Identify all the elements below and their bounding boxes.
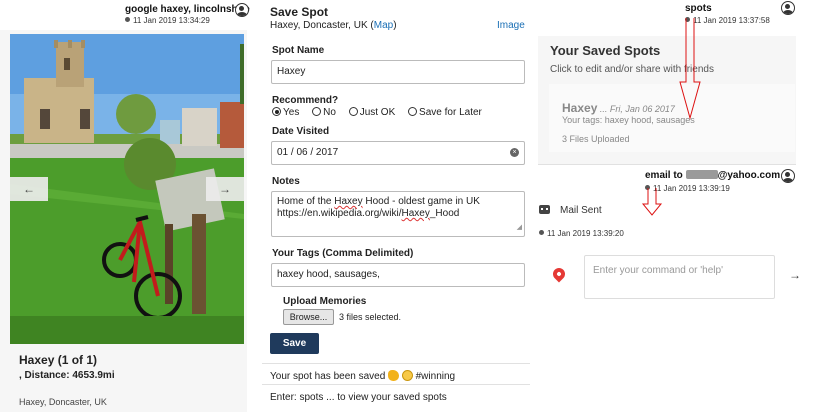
recommend-label: Recommend? [272,95,339,106]
tags-input[interactable]: haxey hood, sausages, [271,263,525,287]
notes-label: Notes [272,176,300,187]
annotation-arrow-down-2 [641,188,663,216]
user-avatar-icon [781,1,795,15]
saved-spot-files: 3 Files Uploaded [562,134,630,144]
form-divider [262,363,530,364]
clock-icon [539,230,544,235]
message-timestamp: 11 Jan 2019 13:39:20 [539,229,624,238]
send-arrow-icon[interactable]: → [789,268,801,282]
radio-option-no[interactable]: No [312,107,336,118]
mail-sent-message: Mail Sent [560,205,602,216]
form-title: Save Spot [270,5,329,19]
user-avatar-icon [781,169,795,183]
spot-saved-message: Your spot has been saved #winning [270,370,456,382]
spot-title: Haxey (1 of 1) [19,353,98,367]
thumbs-up-icon [388,370,400,381]
spot-name-input[interactable]: Haxey [271,60,525,84]
image-link[interactable]: Image [497,20,525,31]
spot-name-label: Spot Name [272,45,325,56]
map-link[interactable]: Map [374,20,393,31]
resize-handle-icon[interactable]: ◢ [517,222,522,234]
notes-textarea[interactable]: Home of the Haxey Hood - oldest game in … [271,191,525,237]
radio-save-later-icon[interactable] [408,107,418,116]
arrow-right-icon: → [219,182,231,196]
upload-label: Upload Memories [283,296,367,307]
chat-divider [262,384,530,385]
command-input[interactable]: Enter your command or 'help' [584,255,775,299]
notes-line-2: https://en.wikipedia.org/wiki/Haxey_Hood [277,208,460,219]
spots-hint-message: Enter: spots ... to view your saved spot… [270,392,447,403]
location-pin-icon[interactable] [550,265,568,283]
bot-icon [539,205,550,214]
next-photo-button[interactable]: → [206,177,244,201]
radio-option-yes[interactable]: Yes [272,107,299,118]
save-button[interactable]: Save [270,333,319,354]
user-message-search: google haxey, lincolnshire [125,4,250,15]
spot-distance: , Distance: 4653.9mi [19,370,115,381]
date-visited-label: Date Visited [272,126,330,137]
previous-photo-button[interactable]: ← [10,177,48,201]
message-timestamp: 11 Jan 2019 13:34:29 [125,16,210,25]
notes-line-1: Home of the Haxey Hood - oldest game in … [277,196,480,207]
files-selected-text: 3 files selected. [339,312,402,322]
arrow-left-icon: ← [23,182,35,196]
date-visited-input[interactable]: 01 / 06 / 2017 × [271,141,525,165]
form-location: Haxey, Doncaster, UK (Map) [270,20,397,31]
radio-no-icon[interactable] [312,107,322,116]
recommend-radio-group: Yes No Just OK Save for Later [272,107,492,118]
smiley-icon [401,370,413,381]
user-avatar-icon [235,3,249,17]
browse-button[interactable]: Browse... [283,309,334,325]
tags-label: Your Tags (Comma Delimited) [272,248,414,259]
radio-option-save-for-later[interactable]: Save for Later [408,107,482,118]
annotation-arrow-down-1 [679,18,701,120]
annotation-arrows [641,18,701,216]
radio-just-ok-icon[interactable] [348,107,358,116]
clock-icon [125,17,130,22]
clear-date-icon[interactable]: × [510,148,519,157]
spot-location: Haxey, Doncaster, UK [19,397,107,407]
radio-yes-icon[interactable] [272,107,281,116]
radio-option-just-ok[interactable]: Just OK [348,107,395,118]
